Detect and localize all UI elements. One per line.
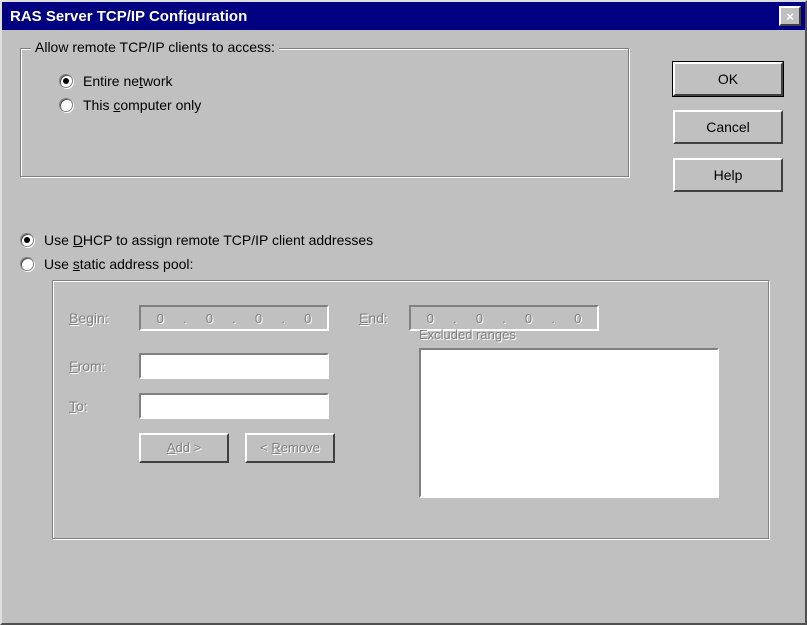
client-area: OK Cancel Help Allow remote TCP/IP clien… — [2, 30, 805, 623]
titlebar-text: RAS Server TCP/IP Configuration — [10, 8, 247, 25]
excluded-ranges-label: Excluded ranges — [419, 327, 753, 342]
radio-icon — [20, 233, 34, 247]
close-icon[interactable]: × — [779, 6, 801, 26]
dialog-window: RAS Server TCP/IP Configuration × OK Can… — [0, 0, 807, 625]
exclusion-entry: From: To: Add > — [69, 353, 389, 498]
titlebar: RAS Server TCP/IP Configuration × — [2, 2, 805, 30]
access-legend: Allow remote TCP/IP clients to access: — [31, 39, 279, 55]
remove-button[interactable]: < Remove — [245, 433, 335, 463]
address-assignment: Use DHCP to assign remote TCP/IP client … — [20, 232, 780, 540]
radio-entire-network[interactable]: Entire network — [59, 73, 613, 89]
radio-use-static-pool[interactable]: Use static address pool: — [20, 256, 780, 272]
help-button[interactable]: Help — [673, 158, 783, 192]
radio-this-computer[interactable]: This computer only — [59, 97, 613, 113]
radio-label: Entire network — [83, 73, 173, 89]
ok-button[interactable]: OK — [673, 62, 783, 96]
radio-icon — [20, 257, 34, 271]
radio-label: This computer only — [83, 97, 201, 113]
excluded-ranges-area: Excluded ranges — [419, 353, 753, 498]
cancel-button[interactable]: Cancel — [673, 110, 783, 144]
add-button[interactable]: Add > — [139, 433, 229, 463]
from-ip-input[interactable] — [139, 353, 329, 379]
radio-use-dhcp[interactable]: Use DHCP to assign remote TCP/IP client … — [20, 232, 780, 248]
to-ip-input[interactable] — [139, 393, 329, 419]
radio-label: Use DHCP to assign remote TCP/IP client … — [44, 232, 373, 248]
static-pool-groupbox: Begin: 0.0.0.0 End: 0.0.0.0 — [52, 280, 770, 540]
end-label: End: — [359, 310, 409, 326]
begin-ip-input[interactable]: 0.0.0.0 — [139, 305, 329, 331]
from-label: From: — [69, 358, 139, 374]
to-label: To: — [69, 398, 139, 414]
button-column: OK Cancel Help — [673, 62, 783, 192]
access-groupbox: Allow remote TCP/IP clients to access: E… — [20, 48, 630, 178]
begin-label: Begin: — [69, 310, 139, 326]
excluded-ranges-listbox[interactable] — [419, 348, 719, 498]
radio-label: Use static address pool: — [44, 256, 193, 272]
radio-icon — [59, 74, 73, 88]
radio-icon — [59, 98, 73, 112]
